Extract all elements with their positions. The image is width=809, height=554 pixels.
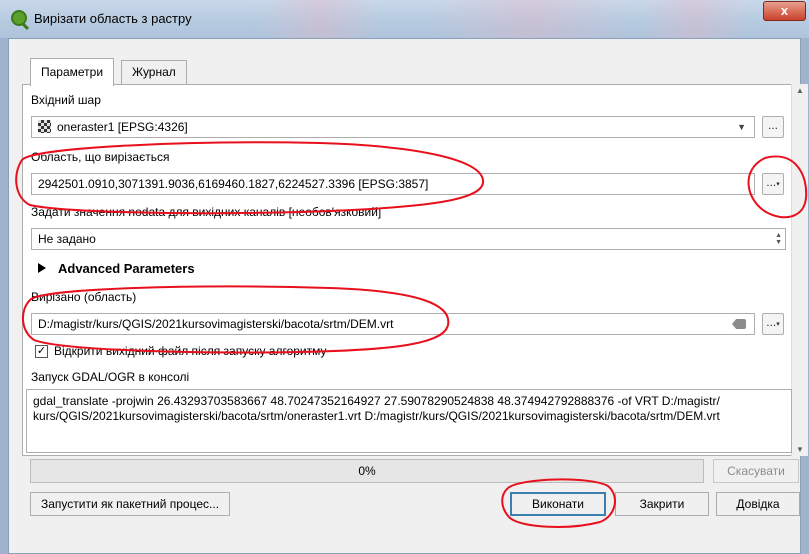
panel-scrollbar[interactable]: ▲ ▼: [791, 84, 808, 456]
output-browse-button-label: ...: [766, 315, 777, 329]
extent-select-button-label: ...: [766, 175, 777, 189]
extent-input[interactable]: 2942501.0910,3071391.9036,6169460.1827,6…: [31, 173, 755, 195]
open-output-label[interactable]: Відкрити вихідний файл після запуску алг…: [54, 344, 327, 358]
output-file-value: D:/magistr/kurs/QGIS/2021kursovimagister…: [38, 317, 394, 331]
extent-label: Область, що вирізається: [31, 150, 170, 164]
expand-triangle-icon[interactable]: [38, 263, 46, 273]
window-title: Вирізати область з растру: [34, 11, 192, 26]
nodata-value: Не задано: [38, 232, 96, 246]
raster-layer-icon: [38, 120, 51, 133]
output-label: Вирізано (область): [31, 290, 137, 304]
tab-parameters[interactable]: Параметри: [30, 58, 115, 86]
gdal-command-line-2: kurs/QGIS/2021kursovimagisterski/bacota/…: [33, 409, 720, 423]
extent-select-button[interactable]: ...▾: [762, 173, 784, 195]
window-close-button[interactable]: x: [763, 1, 806, 21]
progress-bar: 0%: [30, 459, 704, 483]
input-layer-label: Вхідний шар: [31, 93, 101, 107]
tab-log[interactable]: Журнал: [121, 60, 187, 84]
nodata-label: Задати значення nodata для вихідних кана…: [31, 205, 382, 219]
dropdown-arrow-icon: ▾: [776, 321, 780, 328]
run-button[interactable]: Виконати: [510, 492, 606, 516]
input-layer-browse-button[interactable]: ...: [762, 116, 784, 138]
gdal-command-line-1: gdal_translate -projwin 26.4329370358366…: [33, 394, 720, 408]
advanced-parameters-toggle[interactable]: Advanced Parameters: [58, 261, 195, 276]
nodata-spinbox[interactable]: Не задано ▲ ▼: [31, 228, 786, 250]
chevron-down-icon: ▼: [737, 122, 746, 132]
dropdown-arrow-icon: ▾: [776, 181, 780, 188]
output-file-input[interactable]: D:/magistr/kurs/QGIS/2021kursovimagister…: [31, 313, 755, 335]
progress-text: 0%: [358, 464, 376, 478]
close-button[interactable]: Закрити: [615, 492, 709, 516]
help-button[interactable]: Довідка: [716, 492, 800, 516]
cancel-button[interactable]: Скасувати: [713, 459, 799, 483]
open-output-checkbox[interactable]: ✓: [35, 345, 48, 358]
input-layer-combobox[interactable]: oneraster1 [EPSG:4326] ▼: [31, 116, 755, 138]
console-label: Запуск GDAL/OGR в консолі: [31, 370, 190, 384]
clear-icon[interactable]: [732, 319, 746, 329]
qgis-logo-icon: [11, 10, 27, 26]
run-as-batch-button[interactable]: Запустити як пакетний процес...: [30, 492, 230, 516]
input-layer-value: oneraster1 [EPSG:4326]: [57, 120, 188, 134]
scroll-up-arrow-icon[interactable]: ▲: [796, 86, 804, 95]
scroll-down-arrow-icon[interactable]: ▼: [796, 445, 804, 454]
gdal-command-textarea[interactable]: gdal_translate -projwin 26.4329370358366…: [26, 389, 792, 453]
spinner-arrows-icon[interactable]: ▲ ▼: [775, 232, 782, 246]
output-browse-button[interactable]: ...▾: [762, 313, 784, 335]
